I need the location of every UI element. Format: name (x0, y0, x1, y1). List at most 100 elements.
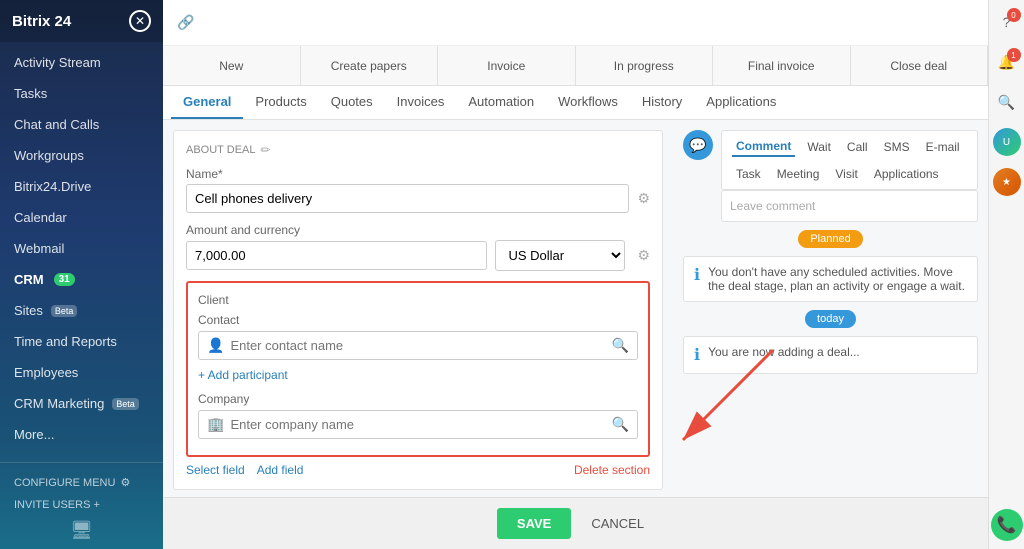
settings-icon: ⚙ (120, 476, 130, 489)
today-badge: today (805, 310, 856, 328)
sidebar-item-sites[interactable]: Sites Beta (0, 295, 163, 326)
amount-input[interactable] (186, 241, 487, 270)
sidebar-item-crm[interactable]: CRM 31 (0, 264, 163, 295)
tab-products[interactable]: Products (243, 86, 318, 119)
contact-input-wrap[interactable]: 👤 🔍 (198, 331, 638, 360)
stage-new[interactable]: New (163, 46, 301, 85)
sidebar-item-label: Activity Stream (14, 55, 101, 70)
sidebar-item-chat-calls[interactable]: Chat and Calls (0, 109, 163, 140)
tabs-bar: General Products Quotes Invoices Automat… (163, 86, 988, 120)
configure-menu-label: CONFIGURE MENU (14, 477, 115, 489)
sidebar-item-time-reports[interactable]: Time and Reports (0, 326, 163, 357)
info-message-scheduled: ℹ You don't have any scheduled activitie… (683, 256, 978, 302)
invite-users-label: INVITE USERS + (14, 499, 100, 511)
planned-badge-row: Planned (683, 230, 978, 248)
phone-icon: 📞 (997, 515, 1017, 535)
cancel-button[interactable]: CANCEL (581, 508, 654, 539)
stage-in-progress[interactable]: In progress (576, 46, 714, 85)
sidebar-item-activity-stream[interactable]: Activity Stream (0, 47, 163, 78)
activity-content: Comment Wait Call SMS (721, 130, 978, 222)
secondary-avatar-icon: ★ (1002, 177, 1011, 188)
act-tab-visit[interactable]: Visit (831, 165, 861, 183)
avatar-initials: U (1003, 137, 1010, 148)
sidebar-item-tasks[interactable]: Tasks (0, 78, 163, 109)
invite-users-button[interactable]: INVITE USERS + (14, 494, 149, 516)
sidebar-item-label: CRM (14, 272, 44, 287)
tab-applications[interactable]: Applications (694, 86, 788, 119)
help-button[interactable]: ? 0 (993, 8, 1021, 36)
add-participant-link[interactable]: + Add participant (198, 366, 638, 384)
sidebar-bottom-icon: 🖥 (14, 516, 149, 541)
comment-area[interactable]: Leave comment (721, 190, 978, 222)
top-link-bar: 🔗 (163, 0, 988, 46)
act-tab-email[interactable]: E-mail (922, 138, 964, 156)
tab-invoices[interactable]: Invoices (385, 86, 457, 119)
user-avatar[interactable]: U (993, 128, 1021, 156)
configure-menu-button[interactable]: CONFIGURE MENU ⚙ (14, 471, 149, 494)
person-icon: 👤 (207, 337, 224, 354)
tab-general[interactable]: General (171, 86, 243, 119)
delete-section-link[interactable]: Delete section (574, 463, 650, 477)
amount-label: Amount and currency (186, 223, 650, 237)
amount-field: Amount and currency US Dollar Euro GBP ⚙ (186, 223, 650, 271)
stage-invoice[interactable]: Invoice (438, 46, 576, 85)
stage-create-papers[interactable]: Create papers (301, 46, 439, 85)
sidebar-item-more[interactable]: More... (0, 419, 163, 450)
sidebar-close-button[interactable]: ✕ (129, 10, 151, 32)
tab-quotes[interactable]: Quotes (319, 86, 385, 119)
search-button[interactable]: 🔍 (993, 88, 1021, 116)
sidebar-item-bitrix24-drive[interactable]: Bitrix24.Drive (0, 171, 163, 202)
sidebar-item-employees[interactable]: Employees (0, 357, 163, 388)
sidebar-item-label: CRM Marketing (14, 396, 104, 411)
sidebar-item-label: Webmail (14, 241, 64, 256)
secondary-avatar[interactable]: ★ (993, 168, 1021, 196)
phone-button[interactable]: 📞 (991, 509, 1023, 541)
about-deal-section: ABOUT DEAL ✏ Name* ⚙ Amount and currency (173, 130, 663, 490)
activity-stream-icon: 💬 (683, 130, 713, 160)
name-field: Name* ⚙ (186, 167, 650, 213)
tab-workflows[interactable]: Workflows (546, 86, 630, 119)
act-tab-comment[interactable]: Comment (732, 137, 795, 157)
link-icon: 🔗 (177, 6, 194, 39)
act-tab-sms[interactable]: SMS (880, 138, 914, 156)
name-input[interactable] (186, 184, 629, 213)
main-content: 🔗 New Create papers Invoice In progress … (163, 0, 988, 549)
company-input[interactable] (230, 417, 605, 432)
company-input-wrap[interactable]: 🏢 🔍 (198, 410, 638, 439)
contact-input[interactable] (230, 338, 605, 353)
sidebar-nav: Activity Stream Tasks Chat and Calls Wor… (0, 42, 163, 462)
field-settings-icon[interactable]: ⚙ (637, 190, 650, 207)
act-tab-meeting[interactable]: Meeting (773, 165, 824, 183)
edit-icon[interactable]: ✏ (261, 143, 271, 157)
currency-select[interactable]: US Dollar Euro GBP (495, 240, 625, 271)
sidebar-item-label: Workgroups (14, 148, 84, 163)
sidebar-item-calendar[interactable]: Calendar (0, 202, 163, 233)
amount-settings-icon[interactable]: ⚙ (637, 247, 650, 264)
sidebar-item-crm-marketing[interactable]: CRM Marketing Beta (0, 388, 163, 419)
act-tab-task[interactable]: Task (732, 165, 765, 183)
stage-final-invoice[interactable]: Final invoice (713, 46, 851, 85)
notifications-button[interactable]: 🔔 1 (993, 48, 1021, 76)
sites-beta-badge: Beta (51, 305, 78, 317)
activity-panel: 💬 Comment Wait Call (673, 120, 988, 497)
act-tab-applications[interactable]: Applications (870, 165, 943, 183)
sidebar-item-label: Bitrix24.Drive (14, 179, 91, 194)
add-field-link[interactable]: Add field (257, 463, 304, 477)
sidebar-item-webmail[interactable]: Webmail (0, 233, 163, 264)
company-search-icon[interactable]: 🔍 (612, 416, 629, 433)
save-button[interactable]: SAVE (497, 508, 571, 539)
sidebar-item-workgroups[interactable]: Workgroups (0, 140, 163, 171)
info-message-adding: ℹ You are now adding a deal... (683, 336, 978, 374)
act-tab-call[interactable]: Call (843, 138, 872, 156)
search-icon[interactable]: 🔍 (612, 337, 629, 354)
stage-close-deal[interactable]: Close deal (851, 46, 989, 85)
name-label: Name* (186, 167, 650, 181)
app-logo: Bitrix 24 (12, 13, 71, 30)
contact-sublabel: Contact (198, 313, 638, 327)
client-label: Client (198, 293, 638, 307)
act-tab-wait[interactable]: Wait (803, 138, 835, 156)
tab-history[interactable]: History (630, 86, 694, 119)
tab-automation[interactable]: Automation (456, 86, 546, 119)
select-field-link[interactable]: Select field (186, 463, 245, 477)
save-bar: SAVE CANCEL (163, 497, 988, 549)
